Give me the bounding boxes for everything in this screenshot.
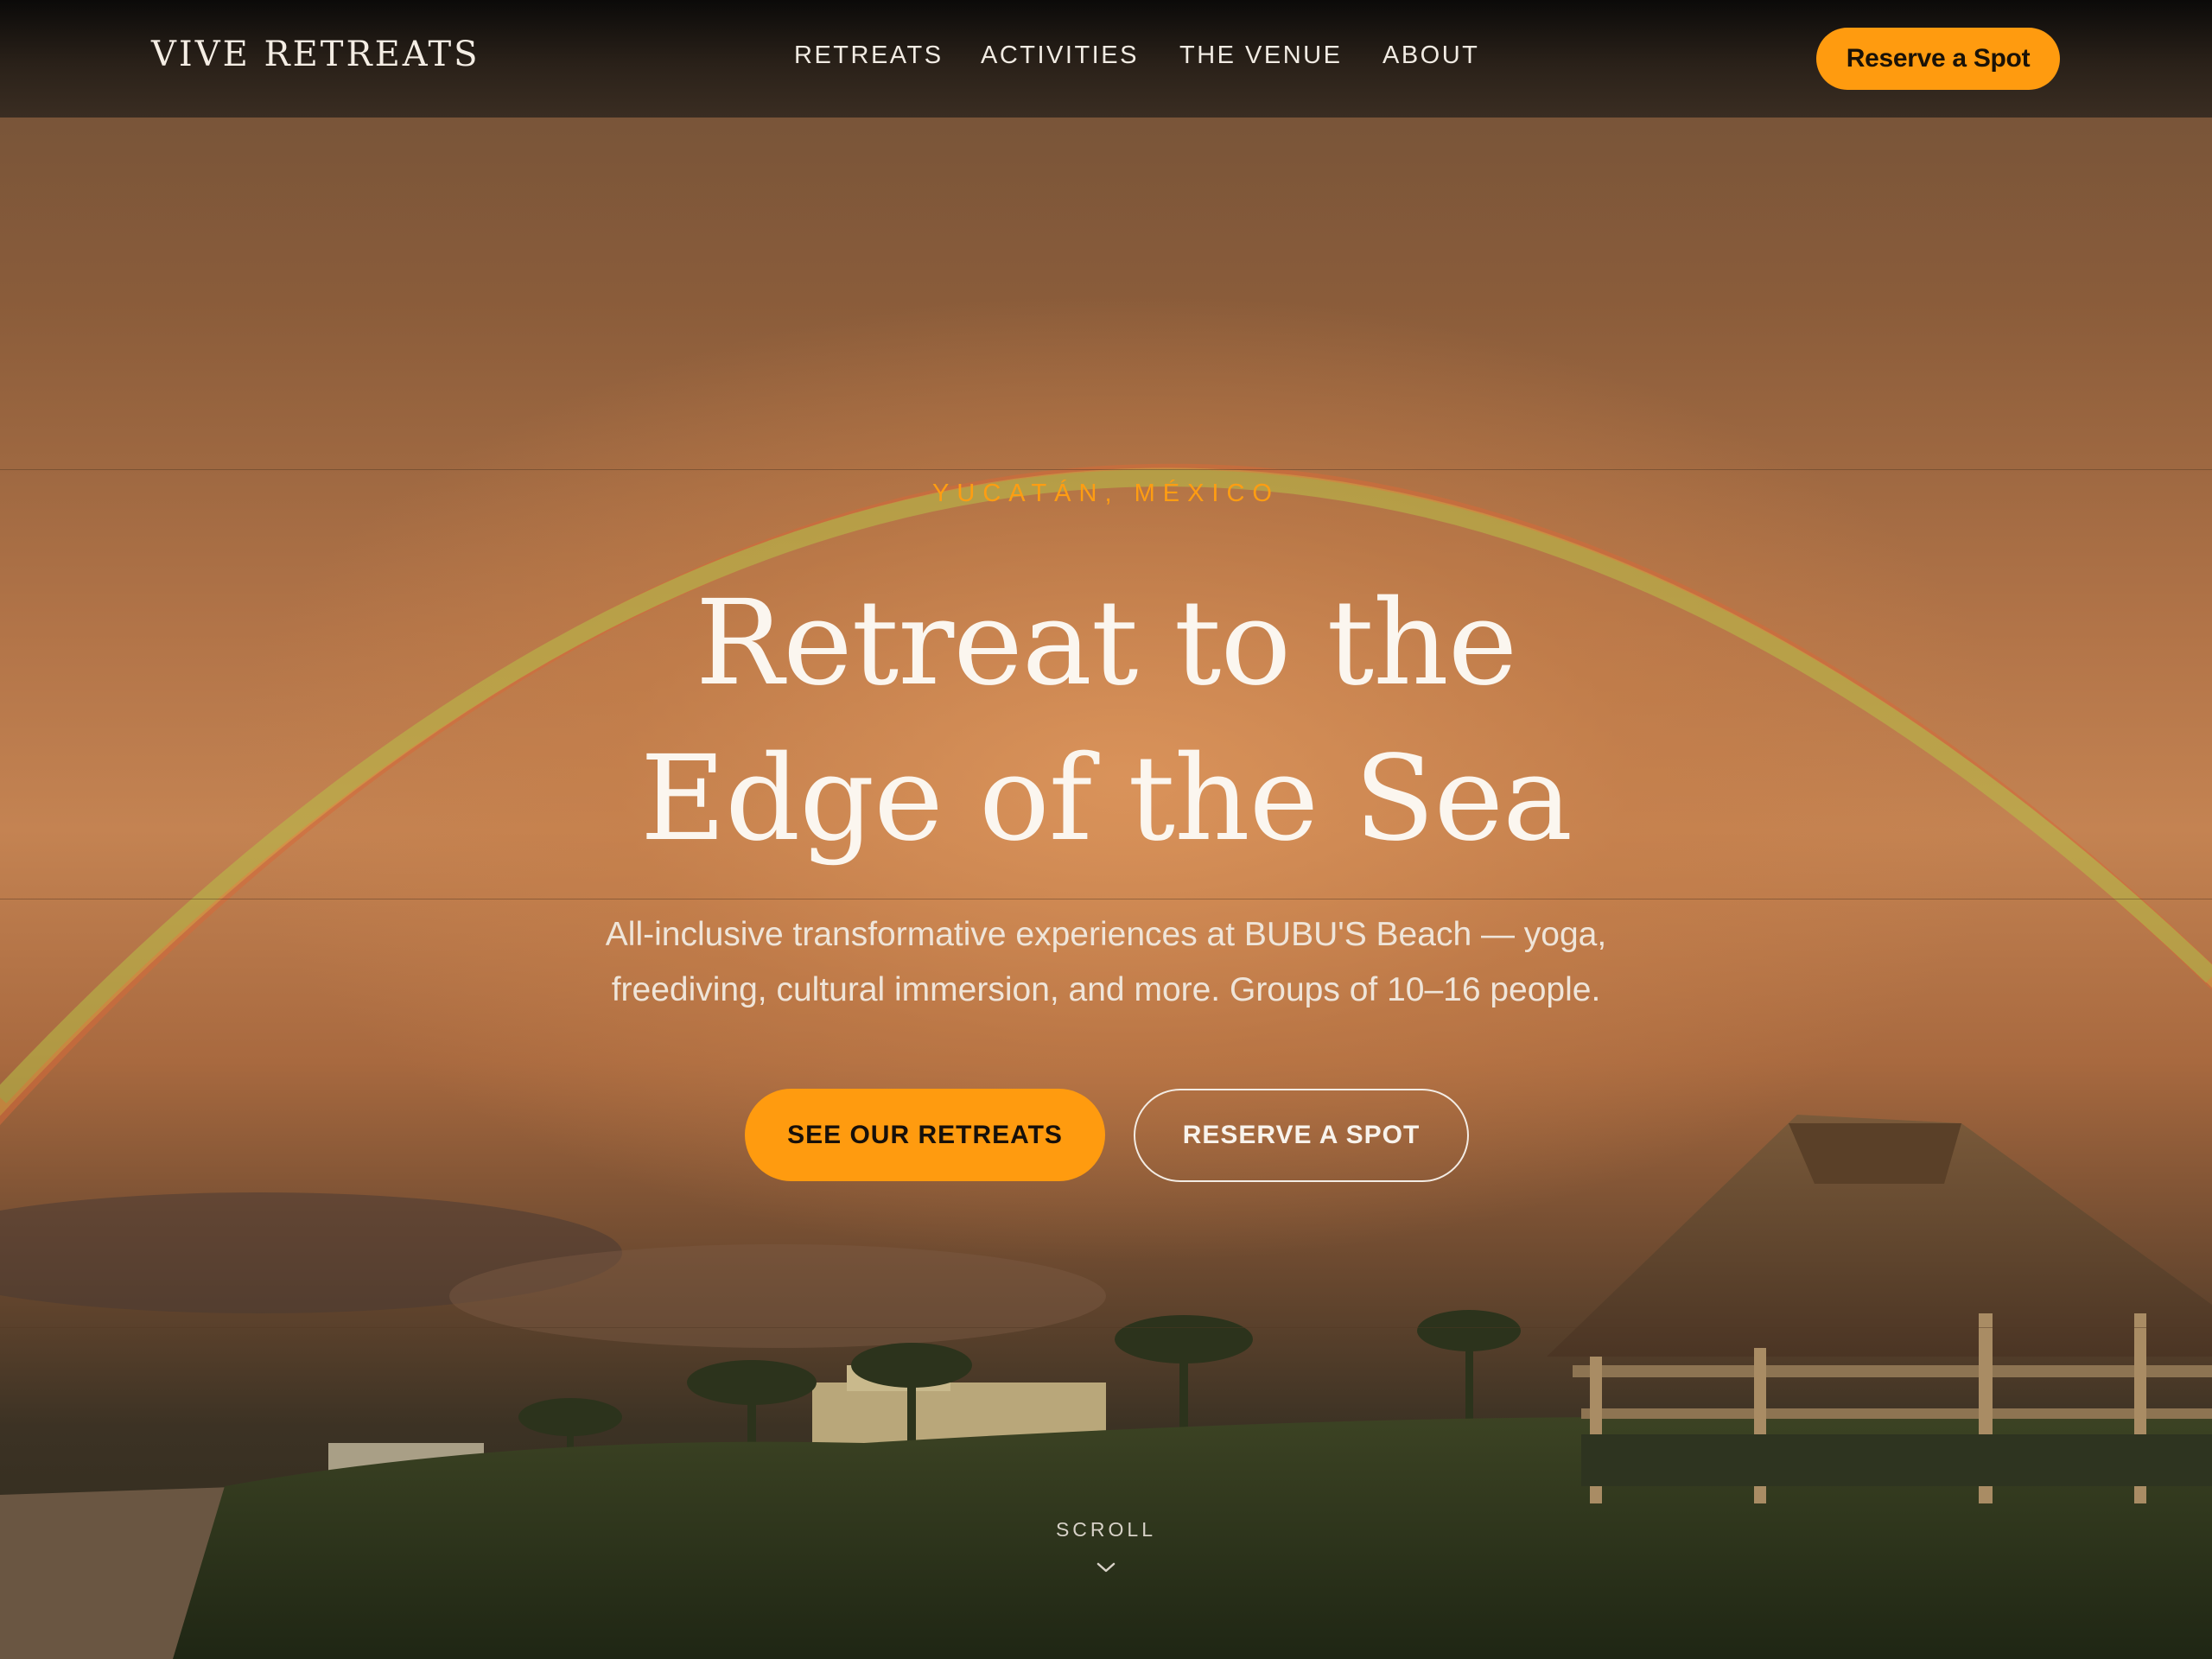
nav-link-the-venue[interactable]: THE VENUE [1179, 41, 1342, 70]
nav-link-activities[interactable]: ACTIVITIES [981, 41, 1139, 70]
nav-link-retreats[interactable]: RETREATS [794, 41, 944, 70]
see-our-retreats-button[interactable]: SEE OUR RETREATS [745, 1089, 1105, 1181]
hero-title-line-2: Edge of the Sea [639, 731, 1573, 868]
hero-divider-line [0, 469, 2212, 470]
top-navbar: VIVE RETREATS RETREATS ACTIVITIES THE VE… [0, 0, 2212, 118]
hero-location-eyebrow: YUCATÁN, MÉXICO [932, 480, 1280, 507]
hero-subtitle-line-2: freediving, cultural immersion, and more… [611, 971, 1601, 1008]
chevron-down-icon[interactable] [1096, 1560, 1116, 1574]
hero-subtitle-line-1: All-inclusive transformative experiences… [605, 916, 1607, 953]
palapa-hut [1547, 1115, 2212, 1503]
scroll-indicator-label[interactable]: SCROLL [0, 1518, 2212, 1541]
nav-link-about[interactable]: ABOUT [1382, 41, 1479, 70]
hero-title-line-1: Retreat to the [695, 575, 1517, 712]
hero-divider-line [0, 1327, 2212, 1328]
hero-subtitle: All-inclusive transformative experiences… [484, 907, 1728, 1018]
hero-title: Retreat to the Edge of the Sea [0, 566, 2212, 877]
reserve-spot-header-button[interactable]: Reserve a Spot [1816, 28, 2060, 90]
reserve-spot-hero-button[interactable]: RESERVE A SPOT [1134, 1089, 1469, 1182]
